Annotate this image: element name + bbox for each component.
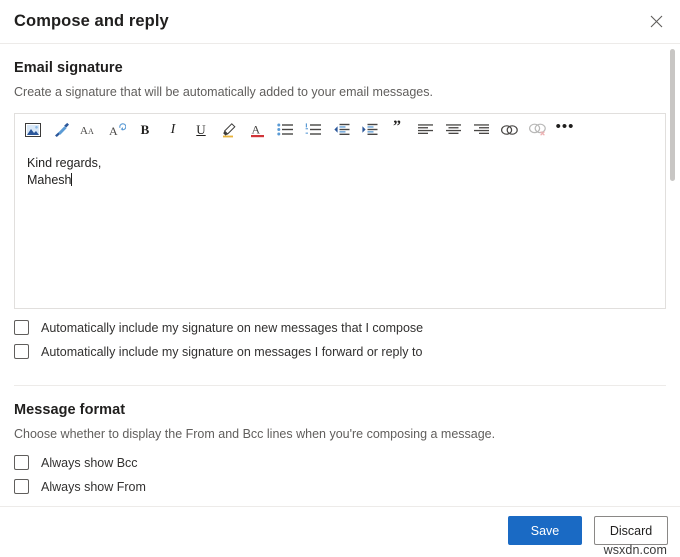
- more-options-icon[interactable]: •••: [551, 114, 579, 146]
- svg-text:A: A: [80, 125, 88, 136]
- font-color-icon[interactable]: A: [243, 116, 271, 144]
- save-button[interactable]: Save: [508, 516, 582, 545]
- page-title: Compose and reply: [0, 12, 169, 31]
- increase-indent-icon[interactable]: [355, 116, 383, 144]
- align-right-icon[interactable]: [467, 116, 495, 144]
- signature-editor: A A A B I U: [14, 113, 666, 309]
- insert-link-icon[interactable]: [495, 116, 523, 144]
- font-size-icon[interactable]: A A: [75, 116, 103, 144]
- editor-toolbar: A A A B I U: [15, 114, 665, 146]
- email-signature-heading: Email signature: [14, 60, 666, 76]
- dialog-footer: Save Discard wsxdn.com: [0, 506, 680, 554]
- scrollbar-thumb[interactable]: [670, 49, 675, 181]
- dialog-header: Compose and reply: [0, 0, 680, 44]
- underline-icon[interactable]: U: [187, 116, 215, 144]
- signature-line-2: Mahesh: [27, 172, 653, 189]
- numbered-list-icon[interactable]: [299, 116, 327, 144]
- decrease-indent-icon[interactable]: [327, 116, 355, 144]
- italic-icon[interactable]: I: [159, 116, 187, 144]
- checkbox-row-auto-new-messages[interactable]: Automatically include my signature on ne…: [14, 320, 666, 336]
- text-caret: [71, 173, 72, 186]
- message-format-description: Choose whether to display the From and B…: [14, 426, 666, 444]
- compose-and-reply-dialog: Compose and reply Email signature Create…: [0, 0, 680, 554]
- signature-input[interactable]: Kind regards, Mahesh: [15, 146, 665, 308]
- section-divider: [14, 385, 666, 386]
- dialog-scroll-body: Email signature Create a signature that …: [0, 44, 680, 506]
- bulleted-list-icon[interactable]: [271, 116, 299, 144]
- email-signature-description: Create a signature that will be automati…: [14, 84, 666, 102]
- quote-icon[interactable]: ”: [383, 114, 411, 146]
- vertical-scrollbar[interactable]: [669, 49, 676, 497]
- discard-button[interactable]: Discard: [594, 516, 668, 545]
- close-icon[interactable]: [640, 5, 672, 37]
- bold-icon[interactable]: B: [131, 116, 159, 144]
- checkbox-always-bcc[interactable]: [14, 455, 29, 470]
- watermark: wsxdn.com: [604, 543, 667, 557]
- svg-text:A: A: [251, 122, 260, 136]
- signature-line-1: Kind regards,: [27, 155, 653, 172]
- message-format-section: Message format Choose whether to display…: [0, 402, 680, 506]
- insert-picture-icon[interactable]: [19, 116, 47, 144]
- checkbox-row-always-from[interactable]: Always show From: [14, 479, 666, 495]
- highlight-icon[interactable]: [215, 116, 243, 144]
- checkbox-always-bcc-label: Always show Bcc: [41, 455, 138, 471]
- clear-formatting-icon[interactable]: A: [103, 116, 131, 144]
- message-format-heading: Message format: [14, 402, 666, 418]
- checkbox-row-always-bcc[interactable]: Always show Bcc: [14, 455, 666, 471]
- align-left-icon[interactable]: [411, 116, 439, 144]
- checkbox-always-from-label: Always show From: [41, 479, 146, 495]
- remove-link-icon[interactable]: [523, 116, 551, 144]
- svg-text:A: A: [109, 124, 118, 137]
- svg-text:A: A: [88, 127, 94, 136]
- format-painter-icon[interactable]: [47, 116, 75, 144]
- checkbox-auto-forward-reply-label: Automatically include my signature on me…: [41, 344, 422, 360]
- email-signature-section: Email signature Create a signature that …: [0, 60, 680, 102]
- checkbox-auto-forward-reply[interactable]: [14, 344, 29, 359]
- checkbox-always-from[interactable]: [14, 479, 29, 494]
- align-center-icon[interactable]: [439, 116, 467, 144]
- checkbox-auto-new-messages[interactable]: [14, 320, 29, 335]
- signature-options: Automatically include my signature on ne…: [0, 320, 680, 361]
- checkbox-row-auto-forward-reply[interactable]: Automatically include my signature on me…: [14, 344, 666, 360]
- checkbox-auto-new-messages-label: Automatically include my signature on ne…: [41, 320, 423, 336]
